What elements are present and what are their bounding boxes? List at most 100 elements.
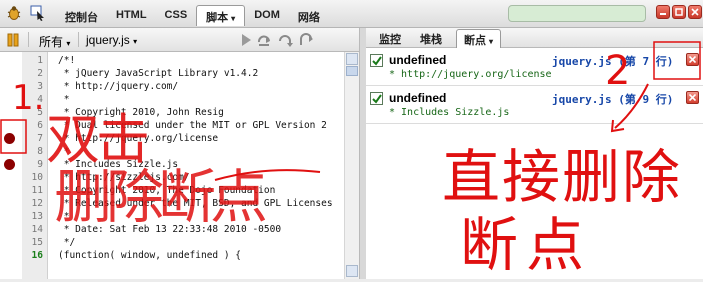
continue-icon[interactable] xyxy=(238,32,254,48)
pause-icon[interactable] xyxy=(6,33,20,47)
step-out-icon[interactable] xyxy=(298,32,314,48)
delete-breakpoint-button[interactable] xyxy=(686,91,699,104)
breakpoint-location-link[interactable]: jquery.js (第 9 行) xyxy=(552,91,673,107)
line-number[interactable]: 3 xyxy=(19,80,43,93)
step-into-icon[interactable] xyxy=(277,32,293,48)
line-number[interactable]: 2 xyxy=(19,67,43,80)
close-icon xyxy=(689,94,696,101)
restore-button[interactable] xyxy=(672,5,686,19)
line-number[interactable]: 5 xyxy=(19,106,43,119)
tab-stack[interactable]: 堆栈 xyxy=(420,31,442,47)
chevron-down-icon: ▾ xyxy=(66,39,71,48)
tab-label: 堆栈 xyxy=(420,34,442,46)
breakpoint-marker-icon[interactable] xyxy=(4,133,15,144)
scroll-down-arrow[interactable] xyxy=(346,265,358,277)
code-line: */ xyxy=(58,237,76,248)
step-over-icon[interactable] xyxy=(256,32,272,48)
code-line: * xyxy=(58,94,70,105)
checkmark-icon xyxy=(372,94,382,104)
line-number[interactable]: 16 xyxy=(19,249,43,262)
source-scrollbar[interactable] xyxy=(344,52,359,279)
panel-splitter[interactable] xyxy=(359,28,366,279)
line-number[interactable]: 6 xyxy=(19,119,43,132)
line-number[interactable]: 1 xyxy=(19,54,43,67)
line-number[interactable]: 8 xyxy=(19,145,43,158)
script-file-select[interactable]: jquery.js ▾ xyxy=(86,33,137,47)
tab-label: CSS xyxy=(164,9,188,21)
code-line: * http://jquery.com/ xyxy=(58,81,179,92)
firebug-toolbar: 控制台 HTML CSS 脚本 ▾ DOM 网络 xyxy=(0,0,703,28)
breakpoint-checkbox[interactable] xyxy=(370,92,383,105)
tab-label: 网络 xyxy=(297,12,320,24)
code-line: * Released under the MIT, BSD, and GPL L… xyxy=(58,198,333,209)
checkmark-icon xyxy=(372,56,382,66)
code-line: /*! xyxy=(58,55,76,66)
tab-console[interactable]: 控制台 xyxy=(56,7,107,25)
code-line: * xyxy=(58,211,70,222)
restore-icon xyxy=(675,8,683,16)
breakpoints-panel: undefined jquery.js (第 7 行) * http://jqu… xyxy=(366,48,703,279)
tab-net[interactable]: 网络 xyxy=(289,7,329,25)
tab-breakpoints[interactable]: 断点 ▾ xyxy=(456,29,502,48)
breakpoint-row[interactable]: undefined jquery.js (第 7 行) * http://jqu… xyxy=(366,48,703,86)
firebug-icon[interactable] xyxy=(6,5,22,21)
breakpoint-row[interactable]: undefined jquery.js (第 9 行) * Includes S… xyxy=(366,86,703,124)
breakpoint-location-link[interactable]: jquery.js (第 7 行) xyxy=(552,53,673,69)
toolbar-divider xyxy=(28,32,29,47)
code-line: * Copyright 2010, John Resig xyxy=(58,107,224,118)
line-number[interactable]: 14 xyxy=(19,223,43,236)
line-number[interactable]: 9 xyxy=(19,158,43,171)
source-view: 1 2 3 4 5 6 7 8 9 10 11 12 13 14 15 16 /*! * jQuery Jav… xyxy=(0,52,366,279)
code-line: * http://sizzlejs.com/ xyxy=(58,172,190,183)
line-number[interactable]: 11 xyxy=(19,184,43,197)
minimize-button[interactable] xyxy=(656,5,670,19)
script-file-label: jquery.js xyxy=(86,33,130,47)
code-line: * jQuery JavaScript Library v1.4.2 xyxy=(58,68,259,79)
code-line: * http://jquery.org/license xyxy=(58,133,219,144)
close-button[interactable] xyxy=(688,5,702,19)
line-number[interactable]: 13 xyxy=(19,210,43,223)
breakpoint-checkbox[interactable] xyxy=(370,54,383,67)
breakpoint-name: undefined xyxy=(389,91,447,105)
breakpoint-marker-icon[interactable] xyxy=(4,159,15,170)
scroll-up-arrow[interactable] xyxy=(346,53,358,65)
tab-label: 断点 xyxy=(464,35,486,47)
tab-css[interactable]: CSS xyxy=(156,7,197,25)
code-line: * Copyright 2010, The Dojo Foundation xyxy=(58,185,276,196)
line-number[interactable]: 10 xyxy=(19,171,43,184)
scroll-thumb[interactable] xyxy=(346,66,358,76)
tab-label: HTML xyxy=(116,9,147,21)
inspect-icon[interactable] xyxy=(30,5,46,21)
search-input[interactable] xyxy=(508,5,646,22)
breakpoint-source: * http://jquery.org/license xyxy=(389,69,552,80)
script-filter-select[interactable]: 所有 ▾ xyxy=(39,33,70,50)
chevron-down-icon: ▾ xyxy=(133,37,138,46)
tab-label: 控制台 xyxy=(65,12,98,24)
script-filter-label: 所有 xyxy=(39,35,64,49)
line-number[interactable]: 15 xyxy=(19,236,43,249)
code-line: * Includes Sizzle.js xyxy=(58,159,179,170)
delete-breakpoint-button[interactable] xyxy=(686,53,699,66)
tab-watch[interactable]: 监控 xyxy=(379,31,401,47)
close-icon xyxy=(691,8,699,16)
panel-tabs: 控制台 HTML CSS 脚本 ▾ DOM 网络 xyxy=(56,5,329,27)
line-number[interactable]: 7 xyxy=(19,132,43,145)
tab-label: 监控 xyxy=(379,34,401,46)
script-toolbar: 所有 ▾ jquery.js ▾ xyxy=(0,28,366,52)
tab-label: 脚本 xyxy=(206,12,229,24)
tab-dom[interactable]: DOM xyxy=(245,7,289,25)
tab-html[interactable]: HTML xyxy=(107,7,156,25)
tab-label: DOM xyxy=(254,9,280,21)
line-number[interactable]: 4 xyxy=(19,93,43,106)
code-line: * Dual licensed under the MIT or GPL Ver… xyxy=(58,120,327,131)
breakpoint-source: * Includes Sizzle.js xyxy=(389,107,510,118)
breakpoint-name: undefined xyxy=(389,53,447,67)
minimize-icon xyxy=(660,13,666,15)
code-line: * Date: Sat Feb 13 22:33:48 2010 -0500 xyxy=(58,224,282,235)
line-number[interactable]: 12 xyxy=(19,197,43,210)
chevron-down-icon[interactable]: ▾ xyxy=(231,14,235,23)
tab-script[interactable]: 脚本 ▾ xyxy=(196,5,246,26)
code-line: (function( window, undefined ) { xyxy=(58,250,242,261)
line-number-gutter[interactable]: 1 2 3 4 5 6 7 8 9 10 11 12 13 14 15 16 xyxy=(22,52,48,279)
side-panel-tabs: 监控 堆栈 断点 ▾ xyxy=(366,28,703,48)
